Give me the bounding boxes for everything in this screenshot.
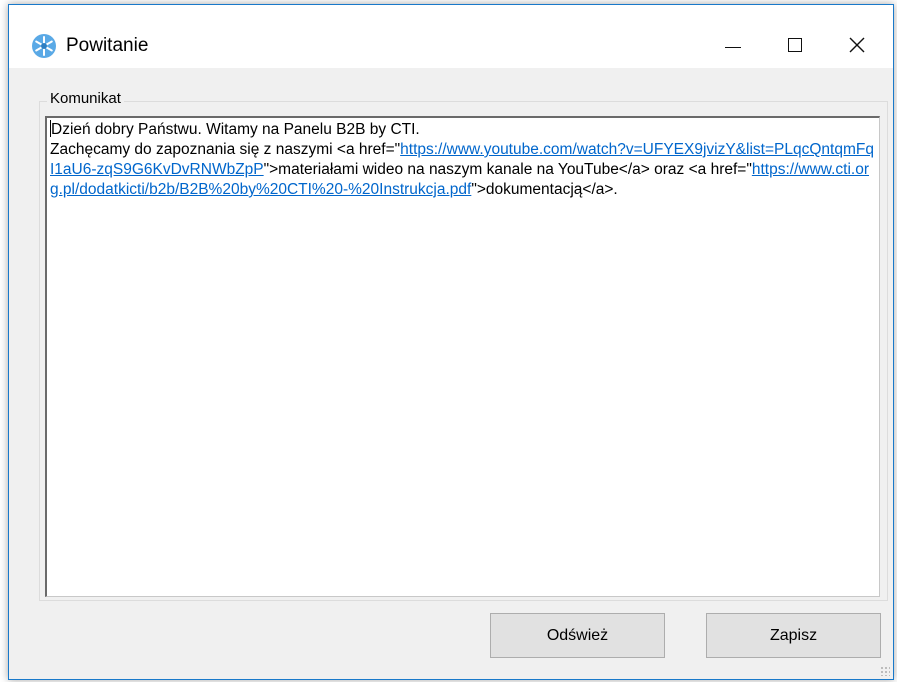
close-button[interactable] [828, 25, 886, 65]
maximize-button[interactable] [766, 25, 824, 65]
minimize-button[interactable] [704, 25, 762, 65]
client-area: Komunikat Dzień dobry Państwu. Witamy na… [9, 68, 893, 679]
window: Powitanie Komunikat Dzień dobry Państwu.… [8, 4, 894, 680]
message-textarea[interactable]: Dzień dobry Państwu. Witamy na Panelu B2… [45, 116, 880, 597]
message-text-after: ">dokumentacją</a>. [471, 181, 618, 198]
groupbox-label: Komunikat [47, 90, 124, 107]
message-text-between: ">materiałami wideo na naszym kanale na … [263, 161, 752, 178]
message-text-before-link1: Zachęcamy do zapoznania się z naszymi <a… [50, 141, 401, 158]
window-title: Powitanie [66, 35, 149, 56]
close-icon [849, 37, 865, 53]
maximize-icon [788, 38, 802, 52]
minimize-icon [725, 46, 741, 48]
title-bar[interactable]: Powitanie [9, 5, 893, 68]
message-line-1: Dzień dobry Państwu. Witamy na Panelu B2… [51, 121, 420, 138]
resize-grip[interactable] [880, 666, 890, 676]
save-button[interactable]: Zapisz [706, 613, 881, 658]
snowflake-app-icon [32, 34, 56, 58]
refresh-button[interactable]: Odśwież [490, 613, 665, 658]
